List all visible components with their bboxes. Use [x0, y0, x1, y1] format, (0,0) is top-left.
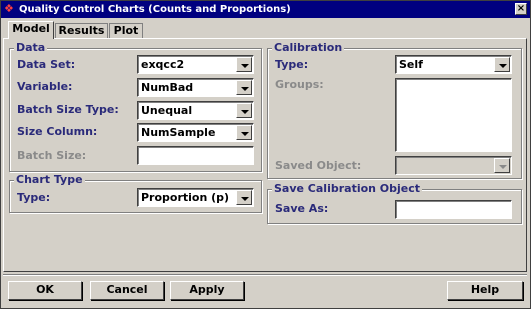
chart-type-label: Type: [17, 191, 51, 204]
tab-model[interactable]: Model [8, 21, 54, 39]
batch-size-type-value: Unequal [141, 104, 193, 117]
variable-combo[interactable]: NumBad [137, 78, 254, 97]
chart-type-combo[interactable]: Proportion (p) [137, 188, 254, 207]
data-group-title: Data [14, 41, 48, 54]
tab-plot[interactable]: Plot [109, 23, 143, 38]
groups-label: Groups: [275, 78, 324, 91]
data-set-label: Data Set: [17, 58, 76, 71]
app-icon: ❖ [4, 2, 14, 15]
calibration-type-label: Type: [275, 58, 309, 71]
batch-size-type-combo[interactable]: Unequal [137, 101, 254, 120]
chevron-down-icon[interactable] [494, 57, 510, 72]
apply-button[interactable]: Apply [170, 281, 244, 300]
saved-object-label: Saved Object: [275, 159, 362, 172]
batch-size-type-label: Batch Size Type: [17, 103, 119, 116]
chevron-down-icon[interactable] [494, 158, 510, 173]
batch-size-label: Batch Size: [17, 149, 87, 162]
window-title: Quality Control Charts (Counts and Propo… [19, 4, 291, 15]
groups-listbox[interactable] [395, 78, 512, 152]
save-as-input[interactable] [395, 200, 512, 219]
chevron-down-icon[interactable] [236, 103, 252, 118]
button-separator [3, 274, 527, 276]
chart-type-value: Proportion (p) [141, 191, 230, 204]
variable-value: NumBad [141, 81, 194, 94]
help-button[interactable]: Help [447, 281, 523, 300]
calibration-group-title: Calibration [272, 41, 345, 54]
size-column-value: NumSample [141, 126, 216, 139]
calibration-type-value: Self [399, 58, 423, 71]
chart-type-group-title: Chart Type [14, 173, 85, 186]
save-calibration-group-title: Save Calibration Object [272, 182, 423, 195]
variable-label: Variable: [17, 80, 73, 93]
chevron-down-icon[interactable] [236, 125, 252, 140]
calibration-type-combo[interactable]: Self [395, 55, 512, 74]
title-bar[interactable]: ❖ Quality Control Charts (Counts and Pro… [1, 1, 530, 18]
batch-size-input[interactable] [137, 146, 254, 165]
model-panel: Data Data Set: exqcc2 Variable: NumBad B… [3, 38, 527, 272]
chevron-down-icon[interactable] [236, 57, 252, 72]
chevron-down-icon[interactable] [236, 80, 252, 95]
saved-object-combo[interactable] [395, 156, 512, 175]
close-icon[interactable]: × [515, 3, 527, 15]
size-column-label: Size Column: [17, 125, 98, 138]
data-set-combo[interactable]: exqcc2 [137, 55, 254, 74]
size-column-combo[interactable]: NumSample [137, 123, 254, 142]
dialog-window: ❖ Quality Control Charts (Counts and Pro… [0, 0, 531, 309]
tab-results[interactable]: Results [55, 23, 108, 38]
cancel-button[interactable]: Cancel [90, 281, 164, 300]
data-set-value: exqcc2 [141, 58, 185, 71]
ok-button[interactable]: OK [8, 281, 82, 300]
save-as-label: Save As: [275, 202, 329, 215]
chevron-down-icon[interactable] [236, 190, 252, 205]
